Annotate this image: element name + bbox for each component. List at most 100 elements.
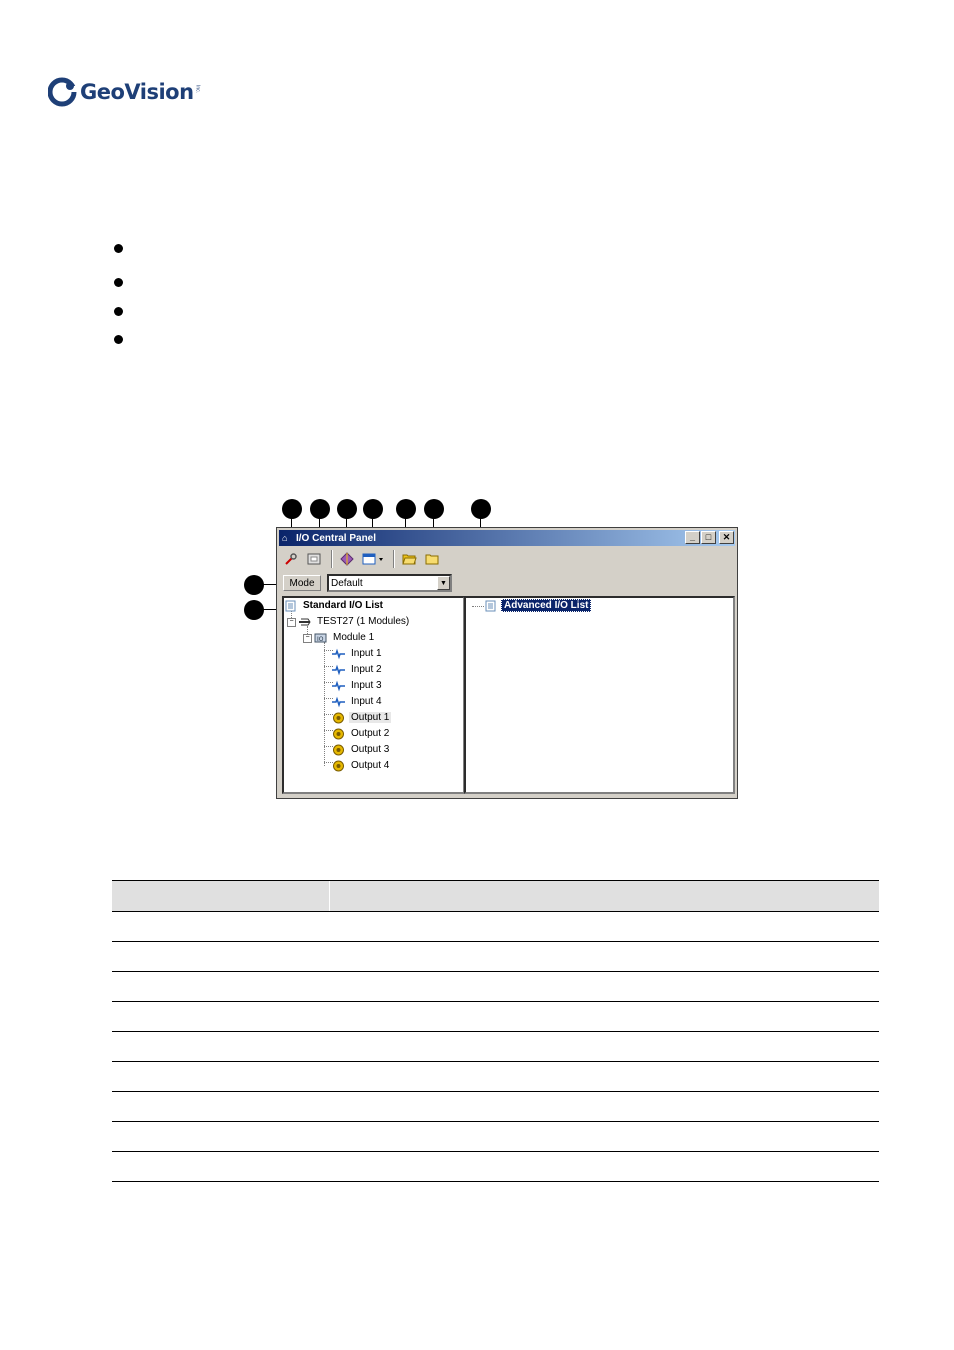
advanced-io-tree: Advanced I/O List <box>464 596 735 794</box>
title-bar[interactable]: ⌂ I/O Central Panel _ □ ✕ <box>279 530 735 546</box>
tree-item-label: Advanced I/O List <box>501 599 592 612</box>
table-row <box>112 1152 879 1182</box>
bullet-point <box>114 278 123 287</box>
tree-item-output[interactable]: Output 4 <box>332 758 391 773</box>
panel-button[interactable] <box>304 549 324 569</box>
tree-item-input[interactable]: Input 4 <box>332 694 384 709</box>
list-icon <box>484 600 497 612</box>
minimize-icon: _ <box>689 532 695 542</box>
toolbar <box>281 548 445 570</box>
host-icon <box>298 616 311 628</box>
tree-item-module[interactable]: IO Module 1 <box>314 630 376 645</box>
folder-icon <box>425 554 438 565</box>
tree-item-input[interactable]: Input 3 <box>332 678 384 693</box>
maximize-button[interactable]: □ <box>701 531 716 544</box>
diamond-icon <box>340 552 354 566</box>
tree-item-label: Input 1 <box>351 648 382 659</box>
app-icon: ⌂ <box>282 532 288 543</box>
table-row <box>112 942 879 972</box>
tree-item-advanced-io-list[interactable]: Advanced I/O List <box>484 598 592 613</box>
mode-label: Mode <box>283 575 321 591</box>
input-icon <box>332 664 345 676</box>
minimize-button[interactable]: _ <box>685 531 700 544</box>
brand-suffix: Inc. <box>194 85 201 94</box>
table-row <box>112 1062 879 1092</box>
settings-button[interactable] <box>281 549 301 569</box>
panel-icon <box>307 553 321 565</box>
callout-circle <box>396 499 416 519</box>
output-icon <box>332 744 345 756</box>
io-central-panel-window: ⌂ I/O Central Panel _ □ ✕ Mode Default ▼… <box>276 527 738 799</box>
window-dropdown-icon <box>362 553 383 565</box>
tree-item-label: Standard I/O List <box>303 600 384 611</box>
output-icon <box>332 728 345 740</box>
dropdown-button[interactable]: ▼ <box>437 576 450 590</box>
bullet-point <box>114 307 123 316</box>
window-dropdown-button[interactable] <box>360 549 386 569</box>
svg-text:IO: IO <box>317 636 324 643</box>
brand-name: GeoVision <box>80 80 194 104</box>
close-icon: ✕ <box>722 532 731 542</box>
tree-item-label: Output 4 <box>351 760 390 771</box>
close-button[interactable]: ✕ <box>719 531 734 544</box>
table-row <box>112 1032 879 1062</box>
callout-circle <box>310 499 330 519</box>
tree-item-standard-io-list[interactable]: Standard I/O List <box>284 598 385 613</box>
column-divider <box>329 881 330 911</box>
collapse-toggle[interactable]: − <box>287 618 296 627</box>
tree-item-output[interactable]: Output 2 <box>332 726 391 741</box>
mode-value: Default <box>331 577 363 589</box>
geovision-logo-icon <box>47 77 78 107</box>
table-header <box>112 880 879 912</box>
standard-io-tree: Standard I/O List − TEST27 (1 Modules) −… <box>282 596 465 794</box>
tree-item-output[interactable]: Output 3 <box>332 742 391 757</box>
table-row <box>112 1122 879 1152</box>
mode-select[interactable]: Default ▼ <box>327 574 452 592</box>
callout-circle <box>337 499 357 519</box>
tree-item-input[interactable]: Input 2 <box>332 662 384 677</box>
callout-circle <box>282 499 302 519</box>
table-row <box>112 912 879 942</box>
callout-circle <box>424 499 444 519</box>
module-button[interactable] <box>337 549 357 569</box>
callout-circle <box>363 499 383 519</box>
minus-icon: − <box>305 634 310 641</box>
geovision-logo: GeoVision Inc. <box>47 75 201 109</box>
toolbar-separator <box>393 550 395 568</box>
minus-icon: − <box>289 618 294 625</box>
tree-item-label: Input 4 <box>351 696 382 707</box>
bullet-point <box>114 244 123 253</box>
tree-item-output[interactable]: Output 1 <box>332 710 392 725</box>
window-controls: _ □ ✕ <box>685 531 734 544</box>
collapse-toggle[interactable]: − <box>303 634 312 643</box>
folder-button[interactable] <box>422 549 442 569</box>
output-icon <box>332 712 345 724</box>
bullet-point <box>114 335 123 344</box>
list-icon <box>284 600 297 612</box>
tree-item-label: Input 3 <box>351 680 382 691</box>
table-row <box>112 1092 879 1122</box>
maximize-icon: □ <box>705 532 712 542</box>
tree-item-label: Output 3 <box>351 744 390 755</box>
tree-item-input[interactable]: Input 1 <box>332 646 384 661</box>
input-icon <box>332 680 345 692</box>
chevron-down-icon: ▼ <box>440 579 447 587</box>
open-folder-button[interactable] <box>399 549 419 569</box>
tree-item-label: Output 1 <box>349 712 392 723</box>
tree-item-label: TEST27 (1 Modules) <box>317 616 410 627</box>
folder-open-icon <box>401 554 417 565</box>
output-icon <box>332 760 345 772</box>
table-row <box>112 1002 879 1032</box>
callout-circle <box>244 575 264 595</box>
tree-item-host[interactable]: TEST27 (1 Modules) <box>298 614 411 629</box>
tree-item-label: Input 2 <box>351 664 382 675</box>
tree-item-label: Module 1 <box>333 632 375 643</box>
module-icon: IO <box>314 632 327 644</box>
callout-circle <box>244 600 264 620</box>
toolbar-separator <box>331 550 333 568</box>
table-row <box>112 972 879 1002</box>
window-title: I/O Central Panel <box>296 532 377 544</box>
description-table <box>112 880 879 1182</box>
wrench-icon <box>285 553 297 565</box>
tree-item-label: Output 2 <box>351 728 390 739</box>
